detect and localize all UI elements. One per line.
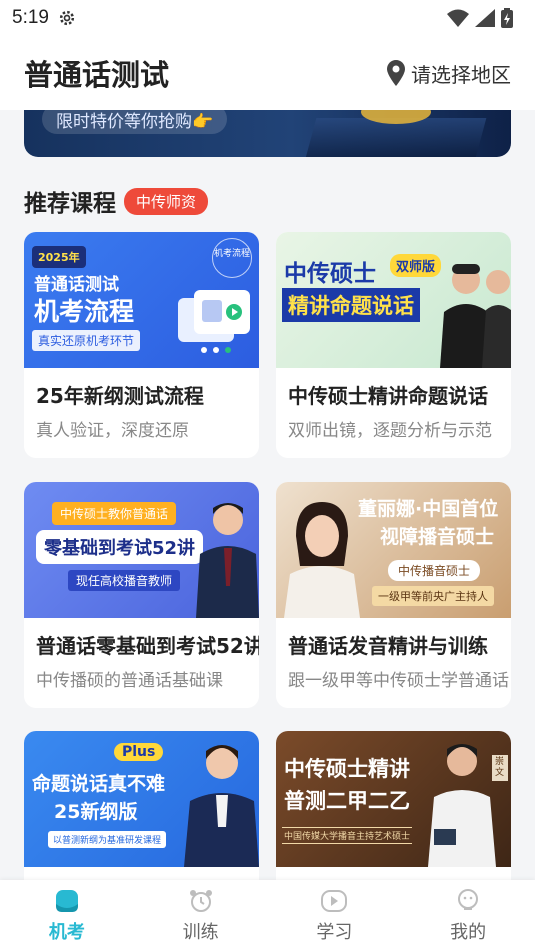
status-bar: 5:19 (0, 0, 535, 36)
course-thumbnail: 中传硕士精讲 普测二甲二乙 中国传媒大学播音主持艺术硕士 崇文 (276, 731, 511, 867)
settings-gear-icon (59, 10, 75, 26)
course-subtitle: 中传播硕的普通话基础课 (36, 671, 223, 691)
tab-label: 我的 (450, 921, 487, 943)
thumb-side-badge: 崇文 (492, 755, 508, 781)
course-card[interactable]: 中传硕士精讲 普测二甲二乙 中国传媒大学播音主持艺术硕士 崇文 (276, 731, 511, 891)
thumb-text: 现任高校播音教师 (68, 570, 181, 591)
thumb-text: 中国传媒大学播音主持艺术硕士 (282, 827, 413, 844)
thumb-text: 一级甲等前央广主持人 (372, 586, 494, 606)
course-subtitle: 双师出镜，逐题分析与示范 (288, 421, 492, 441)
thumb-corner-stamp: 机考流程 (212, 238, 252, 278)
thumb-text: 命题说话真不难 (32, 773, 166, 795)
signal-icon (475, 9, 495, 27)
thumb-text: 真实还原机考环节 (32, 330, 141, 351)
thumb-text: 以普测新纲为基准研发课程 (48, 831, 167, 848)
thumb-text: 中传硕士精讲 (284, 757, 410, 781)
presenter-photo (284, 502, 360, 618)
page-title: 普通话测试 (24, 58, 170, 92)
thumb-text: 视障播音硕士 (380, 526, 495, 548)
thumb-badge: 中传硕士教你普通话 (52, 502, 177, 525)
tab-label: 训练 (182, 921, 219, 943)
tab-label: 学习 (316, 921, 353, 943)
play-icon (321, 889, 348, 912)
course-thumbnail: 中传硕士教你普通话 零基础到考试52讲 现任高校播音教师 (24, 482, 259, 618)
course-thumbnail: 董丽娜·中国首位 视障播音硕士 中传播音硕士 一级甲等前央广主持人 (276, 482, 511, 618)
course-subtitle: 真人验证，深度还原 (36, 421, 189, 441)
thumb-badge: 双师版 (390, 254, 442, 277)
banner-promo-text: 限时特价等你抢购👉 (42, 110, 228, 134)
course-title: 普通话发音精讲与训练 (288, 634, 488, 658)
location-pin-icon (387, 60, 405, 86)
section-header: 推荐课程 中传师资 (24, 184, 209, 218)
status-time: 5:19 (12, 7, 49, 28)
tab-label: 机考 (48, 921, 85, 943)
thumb-text: 零基础到考试52讲 (36, 530, 204, 564)
course-card[interactable]: 中传硕士教你普通话 零基础到考试52讲 现任高校播音教师 普通话零基础到考试52… (24, 482, 259, 708)
region-label: 请选择地区 (411, 62, 511, 87)
region-selector[interactable]: 请选择地区 (387, 59, 511, 88)
course-card[interactable]: 中传硕士 双师版 精讲命题说话 中传硕士精讲命题说话 双师出镜，逐题分析与示范 (276, 232, 511, 458)
thumb-text: 董丽娜·中国首位 (358, 498, 499, 520)
presenter-photo (196, 503, 259, 618)
course-title: 中传硕士精讲命题说话 (288, 384, 488, 408)
alarm-clock-icon (189, 889, 212, 912)
course-title: 普通话零基础到考试52讲 (36, 634, 259, 658)
course-title: 25年新纲测试流程 (36, 384, 204, 408)
tab-training[interactable]: 训练 (134, 880, 268, 951)
wifi-icon (447, 9, 469, 27)
course-card[interactable]: 2025年 普通话测试 机考流程 真实还原机考环节 机考流程 25年新纲测试流程… (24, 232, 259, 458)
course-card[interactable]: 董丽娜·中国首位 视障播音硕士 中传播音硕士 一级甲等前央广主持人 普通话发音精… (276, 482, 511, 708)
thumb-badge: Plus (114, 743, 164, 761)
profile-icon (458, 888, 479, 910)
thumb-badge: 中传播音硕士 (388, 560, 481, 581)
tab-profile[interactable]: 我的 (401, 880, 535, 951)
exam-icon (55, 889, 78, 912)
tab-study[interactable]: 学习 (268, 880, 402, 951)
thumb-text: 25新纲版 (54, 801, 138, 823)
course-thumbnail: 中传硕士 双师版 精讲命题说话 (276, 232, 511, 368)
battery-icon (501, 8, 513, 28)
bottom-navigation: 机考 训练 学习 我的 (0, 880, 535, 951)
thumb-text: 中传硕士 (284, 261, 376, 287)
section-title: 推荐课程 (24, 191, 116, 217)
thumb-text: 精讲命题说话 (282, 288, 420, 322)
presenter-photo (184, 745, 259, 867)
course-thumbnail: 2025年 普通话测试 机考流程 真实还原机考环节 机考流程 (24, 232, 259, 368)
screen-illustration-icon (178, 290, 250, 353)
section-tag-badge: 中传师资 (124, 187, 209, 215)
promo-banner[interactable]: 限时特价等你抢购👉 (24, 110, 511, 157)
thumb-text: 机考流程 (34, 297, 135, 326)
course-thumbnail: Plus 命题说话真不难 25新纲版 以普测新纲为基准研发课程 (24, 731, 259, 867)
tab-exam[interactable]: 机考 (0, 880, 134, 951)
course-card[interactable]: Plus 命题说话真不难 25新纲版 以普测新纲为基准研发课程 (24, 731, 259, 891)
thumb-text: 普测二甲二乙 (284, 789, 410, 813)
app-header: 普通话测试 请选择地区 (0, 36, 535, 110)
course-subtitle: 跟一级甲等中传硕士学普通话 (288, 671, 509, 691)
presenter-photo (440, 264, 511, 368)
thumb-year-badge: 2025年 (32, 246, 86, 268)
